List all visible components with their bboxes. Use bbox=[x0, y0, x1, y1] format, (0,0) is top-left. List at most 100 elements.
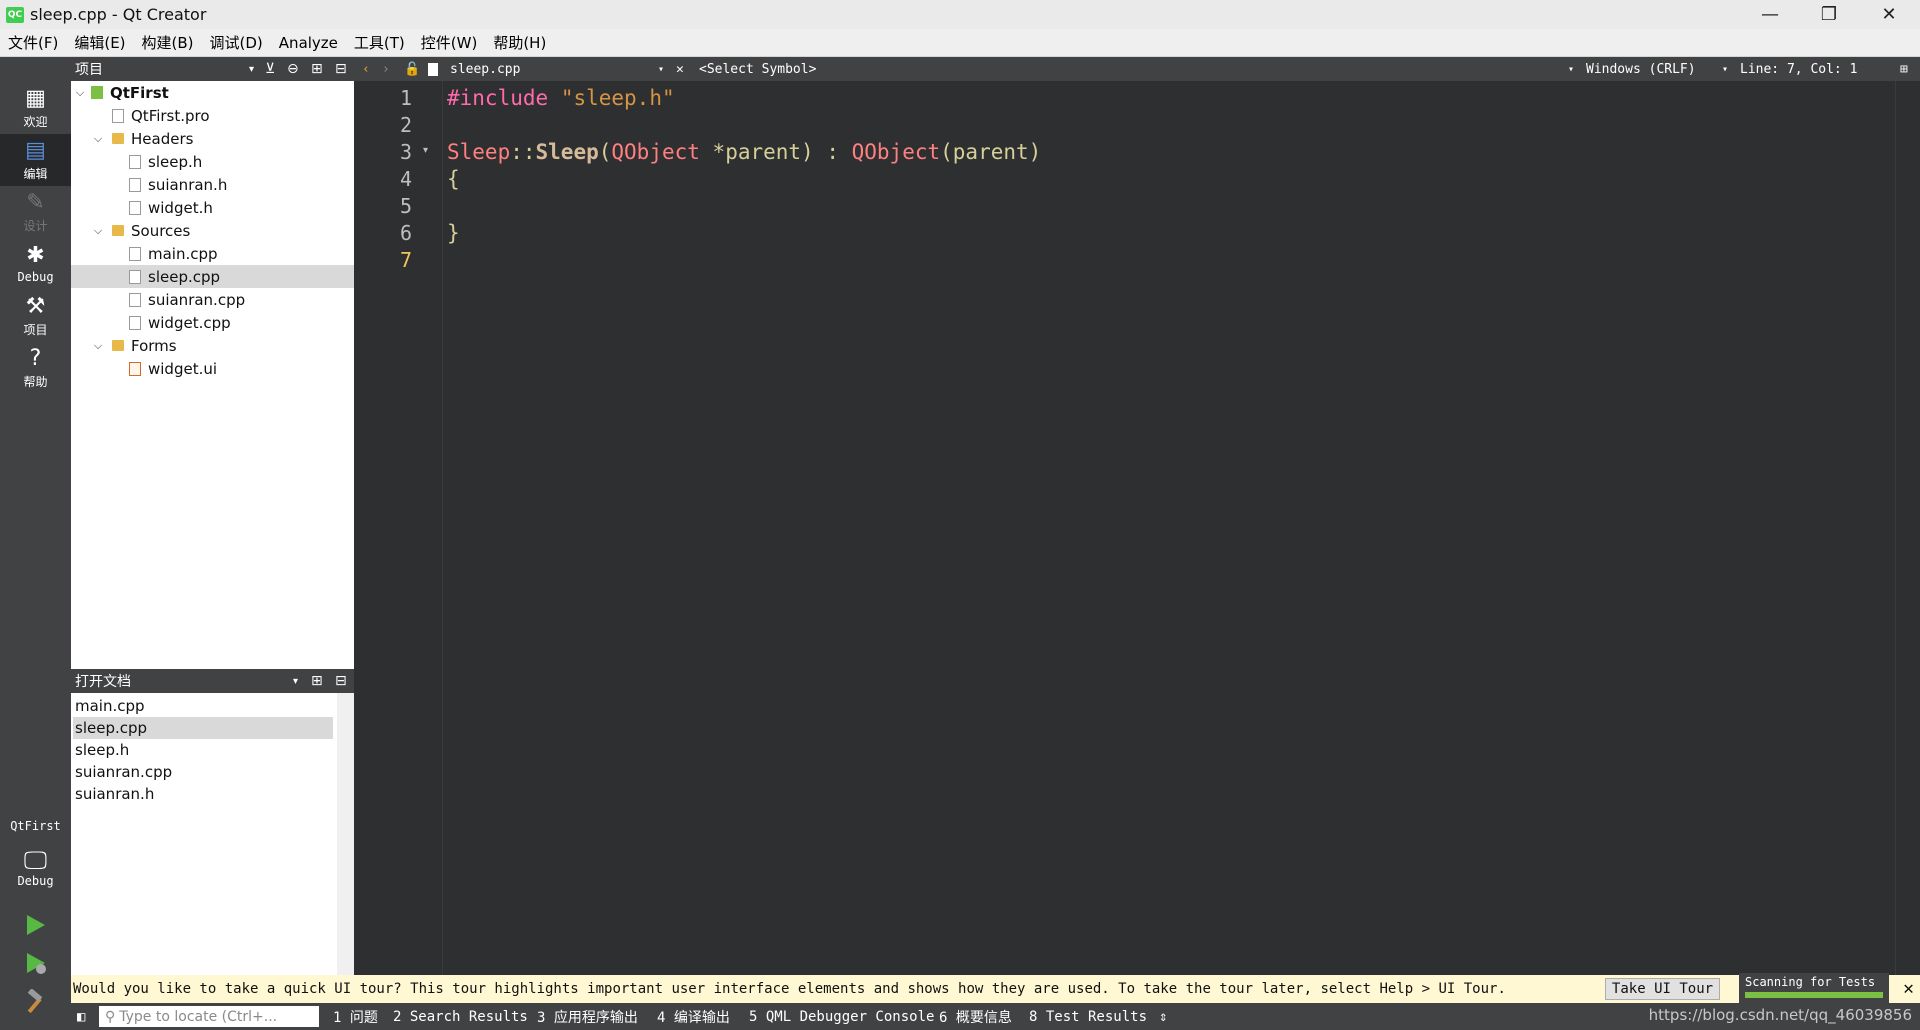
tree-folder-sources[interactable]: ⌵ Sources bbox=[71, 219, 354, 242]
code-line-6[interactable]: } bbox=[447, 221, 460, 248]
open-document-item[interactable]: sleep.h bbox=[73, 739, 333, 761]
chevron-down-icon[interactable]: ▾ bbox=[1568, 57, 1574, 81]
current-file-selector[interactable]: sleep.cpp bbox=[450, 57, 520, 81]
open-documents-scrollbar[interactable] bbox=[337, 693, 354, 976]
wrench-icon: ⚒ bbox=[25, 293, 46, 319]
menu-edit[interactable]: 编辑(E) bbox=[66, 32, 133, 53]
mode-projects[interactable]: ⚒ 项目 bbox=[0, 290, 71, 342]
tree-item-source[interactable]: widget.cpp bbox=[71, 311, 354, 334]
close-window-button[interactable]: ✕ bbox=[1860, 0, 1918, 29]
code-line-4[interactable]: { bbox=[447, 167, 460, 194]
tree-folder-headers[interactable]: ⌵ Headers bbox=[71, 127, 354, 150]
open-document-item[interactable]: main.cpp bbox=[73, 695, 333, 717]
grid-icon: ▦ bbox=[25, 85, 46, 111]
menu-widgets[interactable]: 控件(W) bbox=[413, 32, 486, 53]
build-button[interactable] bbox=[22, 988, 48, 1015]
filter-icon[interactable]: ⊻ bbox=[265, 61, 275, 77]
open-document-item[interactable]: sleep.cpp bbox=[73, 717, 333, 739]
qt-creator-app-icon: QC bbox=[6, 6, 24, 23]
menu-help[interactable]: 帮助(H) bbox=[485, 32, 554, 53]
locator-input[interactable]: ⚲ Type to locate (Ctrl+... bbox=[99, 1006, 319, 1027]
pencil-icon: ✎ bbox=[26, 189, 45, 215]
tree-item-source[interactable]: main.cpp bbox=[71, 242, 354, 265]
mode-selector: ▦ 欢迎 ▤ 编辑 ✎ 设计 ✱ Debug ⚒ 项目 ? 帮助 QtFirst… bbox=[0, 57, 71, 1030]
line-number: 2 bbox=[399, 113, 412, 137]
split-icon[interactable]: ⊞ bbox=[311, 61, 323, 77]
open-documents-toolbar: 打开文档 ▾ ⊞ ⊟ bbox=[71, 669, 354, 693]
chevron-down-icon[interactable]: ▾ bbox=[1722, 57, 1728, 81]
toggle-sidebar-icon[interactable]: ◧ bbox=[77, 1003, 85, 1030]
folder-icon bbox=[112, 133, 124, 144]
restore-button[interactable]: ❐ bbox=[1800, 0, 1858, 29]
editor-scrollbar[interactable] bbox=[1895, 81, 1920, 975]
menu-build[interactable]: 构建(B) bbox=[134, 32, 202, 53]
tree-item-source[interactable]: suianran.cpp bbox=[71, 288, 354, 311]
pane-menu-icon[interactable]: ⇕ bbox=[1159, 1003, 1167, 1030]
chevron-down-icon[interactable]: ⌵ bbox=[73, 86, 87, 100]
menu-analyze[interactable]: Analyze bbox=[271, 34, 346, 52]
minimize-button[interactable]: — bbox=[1741, 0, 1799, 29]
open-document-item[interactable]: suianran.cpp bbox=[73, 761, 333, 783]
forward-arrow-icon[interactable]: › bbox=[382, 57, 390, 81]
tree-item-source[interactable]: sleep.cpp bbox=[71, 265, 354, 288]
pane-tab-issues[interactable]: 1 问题 bbox=[333, 1003, 378, 1030]
menu-file[interactable]: 文件(F) bbox=[0, 32, 66, 53]
kit-selector[interactable]: 🖵 Debug bbox=[0, 837, 71, 897]
mode-edit[interactable]: ▤ 编辑 bbox=[0, 134, 71, 186]
tree-item-header[interactable]: widget.h bbox=[71, 196, 354, 219]
code-line-3[interactable]: Sleep::Sleep(QObject *parent) : QObject(… bbox=[447, 140, 1041, 167]
chevron-down-icon[interactable]: ⌵ bbox=[91, 339, 105, 353]
pane-tab-search-results[interactable]: 2 Search Results bbox=[393, 1003, 528, 1030]
cursor-position[interactable]: Line: 7, Col: 1 bbox=[1740, 57, 1857, 81]
fold-marker-icon[interactable]: ▾ bbox=[423, 145, 428, 156]
line-number: 6 bbox=[399, 221, 412, 245]
debug-run-icon bbox=[27, 953, 46, 974]
tree-item-pro-file[interactable]: QtFirst.pro bbox=[71, 104, 354, 127]
menu-debug[interactable]: 调试(D) bbox=[202, 32, 271, 53]
scanning-label: Scanning for Tests bbox=[1745, 975, 1876, 989]
tree-project-root[interactable]: ⌵ QtFirst bbox=[71, 81, 354, 104]
run-button[interactable] bbox=[22, 912, 48, 938]
line-number-current: 7 bbox=[399, 248, 412, 272]
mode-welcome[interactable]: ▦ 欢迎 bbox=[0, 82, 71, 134]
debug-run-button[interactable] bbox=[22, 950, 48, 976]
pane-tab-qml-debugger[interactable]: 5 QML Debugger Console bbox=[749, 1003, 934, 1030]
close-document-icon[interactable]: ✕ bbox=[676, 57, 684, 81]
help-icon: ? bbox=[29, 345, 42, 371]
split-icon[interactable]: ⊞ bbox=[311, 673, 323, 689]
pane-tab-compile-output[interactable]: 4 编译输出 bbox=[657, 1003, 730, 1030]
mode-design[interactable]: ✎ 设计 bbox=[0, 186, 71, 238]
project-view-selector[interactable]: 项目 bbox=[75, 59, 103, 79]
menu-tools[interactable]: 工具(T) bbox=[346, 32, 413, 53]
chevron-down-icon[interactable]: ▾ bbox=[658, 57, 664, 81]
line-ending-selector[interactable]: Windows (CRLF) bbox=[1586, 57, 1696, 81]
pane-tab-application-output[interactable]: 3 应用程序输出 bbox=[537, 1003, 638, 1030]
tree-item-header[interactable]: sleep.h bbox=[71, 150, 354, 173]
source-file-icon bbox=[129, 246, 141, 261]
mode-help[interactable]: ? 帮助 bbox=[0, 342, 71, 394]
symbol-selector[interactable]: <Select Symbol> bbox=[699, 57, 816, 81]
pane-tab-test-results[interactable]: 8 Test Results bbox=[1029, 1003, 1147, 1030]
tree-item-form[interactable]: widget.ui bbox=[71, 357, 354, 380]
tree-folder-forms[interactable]: ⌵ Forms bbox=[71, 334, 354, 357]
open-document-item[interactable]: suianran.h bbox=[73, 783, 333, 805]
scanning-progress: Scanning for Tests bbox=[1739, 973, 1889, 1003]
code-line-1[interactable]: #include "sleep.h" bbox=[447, 86, 675, 113]
chevron-down-icon[interactable]: ⌵ bbox=[91, 132, 105, 146]
chevron-down-icon[interactable]: ▾ bbox=[249, 64, 254, 75]
mode-debug[interactable]: ✱ Debug bbox=[0, 238, 71, 290]
back-arrow-icon[interactable]: ‹ bbox=[362, 57, 370, 81]
tree-item-header[interactable]: suianran.h bbox=[71, 173, 354, 196]
link-icon[interactable]: ⊖ bbox=[287, 61, 299, 77]
source-file-icon bbox=[129, 269, 141, 284]
chevron-down-icon[interactable]: ▾ bbox=[293, 676, 298, 687]
code-editor[interactable]: #include "sleep.h" Sleep::Sleep(QObject … bbox=[443, 81, 1895, 975]
chevron-down-icon[interactable]: ⌵ bbox=[91, 224, 105, 238]
pane-tab-general-messages[interactable]: 6 概要信息 bbox=[939, 1003, 1012, 1030]
close-icon[interactable]: ✕ bbox=[1903, 978, 1914, 999]
close-pane-icon[interactable]: ⊟ bbox=[335, 61, 347, 77]
open-documents-title[interactable]: 打开文档 bbox=[75, 671, 131, 691]
split-icon[interactable]: ⊞ bbox=[1900, 57, 1908, 81]
take-ui-tour-button[interactable]: Take UI Tour bbox=[1605, 978, 1720, 1000]
close-pane-icon[interactable]: ⊟ bbox=[335, 673, 347, 689]
